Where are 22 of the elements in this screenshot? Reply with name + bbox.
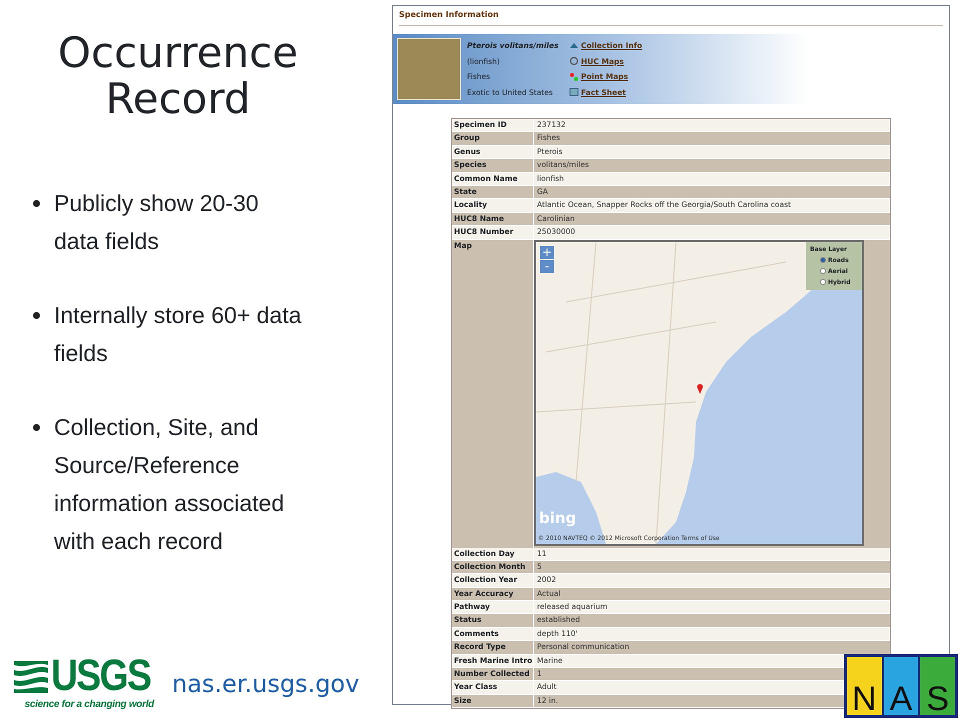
radio-button[interactable] — [820, 268, 826, 274]
section-title: Specimen Information — [399, 9, 943, 26]
bullet-text: Internally store 60+ data fields — [54, 301, 302, 368]
radio-button[interactable] — [820, 279, 826, 286]
nas-logo: N A S — [844, 654, 958, 718]
map-pin-icon — [696, 382, 704, 394]
bullet-text: Publicly show 20-30 data fields — [54, 189, 260, 256]
bullet-text: Collection, Site, and Source/Reference information associated with each record — [54, 413, 286, 556]
bullet-icon — [33, 424, 40, 432]
map-logo: bing — [539, 508, 576, 530]
bullet-icon — [33, 200, 40, 208]
zoom-in-button[interactable]: + — [540, 246, 554, 259]
sheet-icon — [569, 87, 579, 98]
website-url: nas.er.usgs.gov — [172, 668, 360, 700]
triangle-icon — [569, 40, 579, 51]
radio-button[interactable] — [820, 257, 826, 264]
dots-icon — [569, 72, 579, 82]
bullet-icon — [33, 312, 40, 320]
photo-placeholder — [397, 38, 461, 100]
slide-title: Occurrence Record — [56, 30, 300, 122]
usgs-logo: USGS science for a changing world — [8, 655, 154, 712]
zoom-out-button[interactable]: - — [540, 260, 554, 273]
